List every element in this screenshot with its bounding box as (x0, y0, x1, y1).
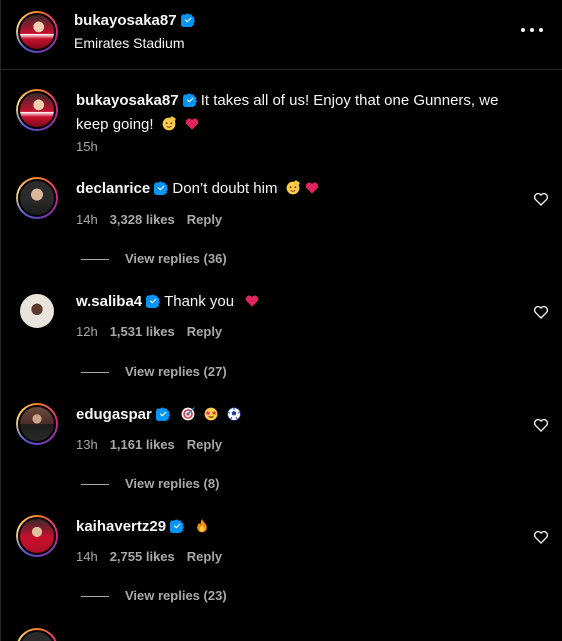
comment-timestamp[interactable]: 13h (76, 437, 98, 452)
view-replies-button[interactable]: View replies (27) (81, 364, 227, 379)
comment-timestamp[interactable]: 14h (76, 549, 98, 564)
more-options-icon[interactable] (521, 19, 543, 41)
replies-line (81, 596, 109, 598)
like-heart-icon[interactable] (533, 304, 549, 320)
comment-likes[interactable]: 2,755 likes (110, 549, 175, 564)
view-replies-button[interactable]: View replies (23) (81, 588, 227, 603)
comment-meta: 14h 2,755 likes Reply (76, 549, 234, 564)
comment-likes[interactable]: 3,328 likes (110, 212, 175, 227)
red-heart-emoji-icon (246, 295, 259, 307)
caption-avatar[interactable] (16, 89, 58, 131)
avatar-image (18, 91, 56, 129)
comment-username[interactable]: edugaspar (76, 406, 152, 423)
comment-avatar[interactable] (16, 290, 58, 332)
soccer-ball-emoji-icon (227, 407, 242, 421)
avatar-image (18, 517, 56, 555)
view-replies-button[interactable]: View replies (8) (81, 476, 219, 491)
reply-button[interactable]: Reply (187, 324, 222, 339)
caption-timestamp[interactable]: 15h (76, 139, 98, 154)
profile-avatar[interactable] (16, 11, 58, 53)
red-heart-emoji-icon (185, 118, 199, 130)
view-replies-label[interactable]: View replies (8) (125, 476, 219, 491)
like-heart-icon[interactable] (533, 529, 549, 545)
avatar-image (18, 630, 56, 641)
comment-username[interactable]: w.saliba4 (76, 293, 142, 310)
comment-likes[interactable]: 1,531 likes (110, 324, 175, 339)
red-heart-emoji-icon (305, 182, 318, 194)
avatar-image (18, 179, 56, 217)
location-link[interactable]: Emirates Stadium (74, 35, 184, 51)
comment-text-block: edugaspar (76, 403, 516, 427)
caption-meta: 15h (76, 139, 110, 154)
comment-text-block: kaihavertz29 (76, 515, 516, 539)
verified-badge-icon (180, 13, 195, 27)
reply-button[interactable]: Reply (187, 212, 222, 227)
caption-username[interactable]: bukayosaka87 (76, 92, 179, 109)
dot (521, 28, 525, 32)
star-struck-emoji-icon (204, 407, 218, 421)
salute-emoji-icon (162, 116, 176, 131)
header-username[interactable]: bukayosaka87 (74, 12, 195, 29)
reply-button[interactable]: Reply (187, 437, 222, 452)
comment-timestamp[interactable]: 12h (76, 324, 98, 339)
comment-text-block: declanrice Don’t doubt him (76, 177, 516, 201)
comment-username[interactable]: declanrice (76, 180, 150, 197)
view-replies-label[interactable]: View replies (23) (125, 588, 227, 603)
view-replies-label[interactable]: View replies (27) (125, 364, 227, 379)
like-heart-icon[interactable] (533, 417, 549, 433)
replies-line (81, 484, 109, 486)
like-heart-icon[interactable] (533, 191, 549, 207)
avatar-image (18, 405, 56, 443)
dart-emoji-icon (181, 407, 195, 421)
header-username-text[interactable]: bukayosaka87 (74, 12, 177, 29)
comment-meta: 14h 3,328 likes Reply (76, 212, 234, 227)
avatar-image (18, 292, 56, 330)
verified-badge-icon (154, 181, 169, 195)
comment-avatar[interactable] (16, 403, 58, 445)
caption-text-block: bukayosaka87 It takes all of us! Enjoy t… (76, 89, 516, 137)
comment-username[interactable]: kaihavertz29 (76, 518, 166, 535)
post-header: bukayosaka87 Emirates Stadium (1, 0, 562, 70)
dot (530, 28, 534, 32)
dot (539, 28, 543, 32)
avatar-image (18, 13, 56, 51)
view-replies-label[interactable]: View replies (36) (125, 251, 227, 266)
comment-avatar[interactable] (16, 515, 58, 557)
comments-panel: bukayosaka87 Emirates Stadium bukayosaka… (0, 0, 562, 641)
comment-likes[interactable]: 1,161 likes (110, 437, 175, 452)
replies-line (81, 259, 109, 261)
comment-meta: 12h 1,531 likes Reply (76, 324, 234, 339)
comment-avatar[interactable] (16, 628, 58, 641)
reply-button[interactable]: Reply (187, 549, 222, 564)
comment-text: Don’t doubt him (172, 180, 278, 197)
comment-avatar[interactable] (16, 177, 58, 219)
verified-badge-icon (146, 294, 161, 308)
comment-timestamp[interactable]: 14h (76, 212, 98, 227)
verified-badge-icon (170, 519, 185, 533)
fire-emoji-icon (197, 518, 208, 533)
salute-emoji-icon (286, 180, 300, 195)
verified-badge-icon (182, 93, 197, 107)
view-replies-button[interactable]: View replies (36) (81, 251, 227, 266)
comment-text-block: w.saliba4 Thank you (76, 290, 516, 314)
comment-meta: 13h 1,161 likes Reply (76, 437, 234, 452)
replies-line (81, 372, 109, 374)
verified-badge-icon (155, 407, 170, 421)
comment-text: Thank you (164, 293, 235, 310)
